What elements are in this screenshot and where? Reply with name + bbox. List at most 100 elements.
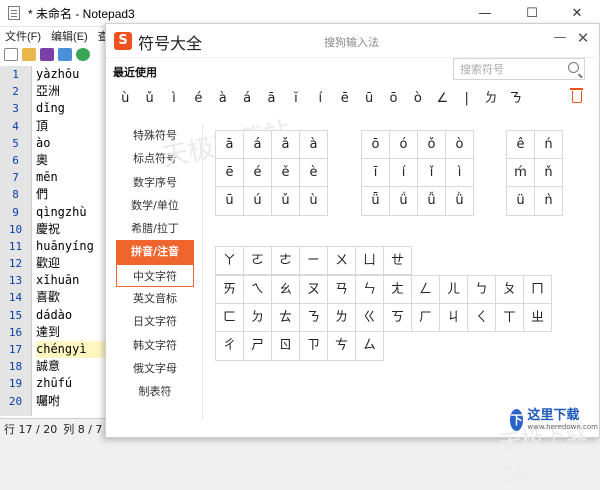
symbol-cell[interactable]: ㄝ	[384, 247, 412, 276]
symbol-cell[interactable]: ㄑ	[468, 304, 496, 333]
symbol-cell[interactable]: ā	[216, 131, 244, 160]
symbol-cell[interactable]: è	[300, 159, 328, 188]
dialog-header[interactable]: S 符号大全 搜狗输入法 — ✕	[106, 24, 600, 58]
symbol-cell[interactable]: ǹ	[535, 187, 563, 216]
category-item[interactable]: 标点符号	[116, 147, 194, 170]
symbol-cell[interactable]: ㄈ	[216, 304, 244, 333]
recent-symbol[interactable]: ò	[406, 86, 430, 112]
symbol-cell[interactable]: ㄕ	[244, 332, 272, 361]
recent-symbol[interactable]: ā	[259, 86, 283, 112]
symbol-cell[interactable]: ㄌ	[328, 304, 356, 333]
symbol-cell[interactable]: é	[244, 159, 272, 188]
symbol-cell[interactable]: ㄟ	[244, 276, 272, 305]
symbol-cell[interactable]: ㄦ	[440, 276, 468, 305]
symbol-cell[interactable]: ê	[507, 131, 535, 160]
trash-icon[interactable]	[570, 88, 583, 103]
dialog-minimize-button[interactable]: —	[552, 30, 568, 48]
symbol-cell[interactable]: ǒ	[418, 131, 446, 160]
symbol-cell[interactable]: ㄡ	[300, 276, 328, 305]
menu-edit[interactable]: 编辑(E)	[46, 28, 93, 44]
recent-symbol[interactable]: é	[186, 86, 210, 112]
recent-symbol[interactable]: ē	[333, 86, 357, 112]
save-icon[interactable]	[40, 47, 54, 61]
category-item[interactable]: 俄文字母	[116, 357, 194, 380]
symbol-cell[interactable]: ㄢ	[328, 276, 356, 305]
new-file-icon[interactable]	[4, 47, 18, 61]
symbol-cell[interactable]: í	[390, 159, 418, 188]
refresh-icon[interactable]	[76, 47, 90, 61]
symbol-cell[interactable]: ǚ	[418, 187, 446, 216]
symbol-cell[interactable]: ó	[390, 131, 418, 160]
symbol-cell[interactable]: ㄧ	[300, 247, 328, 276]
symbol-cell[interactable]: à	[300, 131, 328, 160]
symbol-cell[interactable]: ㄇ	[524, 276, 552, 305]
recent-symbol[interactable]: ū	[357, 86, 381, 112]
recent-symbol[interactable]: ĭ	[284, 86, 308, 112]
symbol-cell[interactable]: ǜ	[446, 187, 474, 216]
category-item[interactable]: 特殊符号	[116, 124, 194, 147]
symbol-cell[interactable]: ㄛ	[244, 247, 272, 276]
symbol-cell[interactable]: ě	[272, 159, 300, 188]
symbol-cell[interactable]: ㄊ	[272, 304, 300, 333]
category-item[interactable]: 英文音标	[116, 287, 194, 310]
recent-symbol[interactable]: à	[211, 86, 235, 112]
recent-symbol[interactable]: ù	[113, 86, 137, 112]
category-item[interactable]: 希腊/拉丁	[116, 217, 194, 240]
symbol-cell[interactable]: ò	[446, 131, 474, 160]
symbol-cell[interactable]: ㄣ	[356, 276, 384, 305]
symbol-cell[interactable]: á	[244, 131, 272, 160]
recent-symbol[interactable]: ǔ	[137, 86, 161, 112]
recent-symbol[interactable]: ㄋ	[503, 86, 527, 112]
symbol-cell[interactable]: ㄜ	[272, 247, 300, 276]
symbol-cell[interactable]: ㄍ	[356, 304, 384, 333]
symbol-cell[interactable]: ㄠ	[272, 276, 300, 305]
symbol-cell[interactable]: ㄔ	[216, 332, 244, 361]
symbol-cell[interactable]: ㄆ	[496, 276, 524, 305]
recent-symbol[interactable]: ∠	[430, 86, 454, 112]
save-as-icon[interactable]	[58, 47, 72, 61]
symbol-cell[interactable]: ㄒ	[496, 304, 524, 333]
category-item[interactable]: 拼音/注音	[116, 240, 194, 264]
symbol-cell[interactable]: ㄎ	[384, 304, 412, 333]
symbol-cell[interactable]: ǖ	[362, 187, 390, 216]
open-folder-icon[interactable]	[22, 47, 36, 61]
symbol-cell[interactable]: ú	[244, 187, 272, 216]
symbol-cell[interactable]: ē	[216, 159, 244, 188]
symbol-cell[interactable]: ㄞ	[216, 276, 244, 305]
symbol-cell[interactable]: ㄚ	[216, 247, 244, 276]
symbol-cell[interactable]: ì	[446, 159, 474, 188]
symbol-cell[interactable]: ō	[362, 131, 390, 160]
symbol-cell[interactable]: ㄨ	[328, 247, 356, 276]
symbol-cell[interactable]: ü	[507, 187, 535, 216]
recent-symbol[interactable]: ㄉ	[479, 86, 503, 112]
symbol-cell[interactable]: ù	[300, 187, 328, 216]
symbol-cell[interactable]: ㄗ	[300, 332, 328, 361]
symbol-cell[interactable]: ū	[216, 187, 244, 216]
symbol-cell[interactable]: ㄐ	[440, 304, 468, 333]
search-icon[interactable]	[568, 62, 579, 73]
dialog-close-button[interactable]: ✕	[574, 29, 592, 47]
symbol-cell[interactable]: ㄩ	[356, 247, 384, 276]
symbol-cell[interactable]: ǘ	[390, 187, 418, 216]
text-editor[interactable]: yàzhōu 亞洲 dǐng 頂 ào 奧 mēn 們 qìngzhù 慶祝 huānyíng 歡迎 x…	[36, 66, 106, 416]
symbol-cell[interactable]: ㄋ	[300, 304, 328, 333]
category-item[interactable]: 日文字符	[116, 310, 194, 333]
recent-symbol[interactable]: |	[454, 86, 478, 112]
recent-symbol[interactable]: ì	[162, 86, 186, 112]
symbol-cell[interactable]: ń	[535, 131, 563, 160]
symbol-cell[interactable]: ň	[535, 159, 563, 188]
category-item[interactable]: 数字序号	[116, 171, 194, 194]
symbol-cell[interactable]: ㄅ	[468, 276, 496, 305]
category-item[interactable]: 制表符	[116, 380, 194, 403]
category-item[interactable]: 中文字符	[116, 263, 194, 288]
symbol-cell[interactable]: ㄖ	[272, 332, 300, 361]
symbol-cell[interactable]: ㄙ	[356, 332, 384, 361]
symbol-cell[interactable]: ǔ	[272, 187, 300, 216]
search-input[interactable]	[454, 59, 559, 79]
symbol-cell[interactable]: ī	[362, 159, 390, 188]
symbol-cell[interactable]: ǐ	[418, 159, 446, 188]
symbol-cell[interactable]: ㄘ	[328, 332, 356, 361]
symbol-cell[interactable]: ㄓ	[524, 304, 552, 333]
category-item[interactable]: 韩文字符	[116, 334, 194, 357]
symbol-cell[interactable]: ǎ	[272, 131, 300, 160]
